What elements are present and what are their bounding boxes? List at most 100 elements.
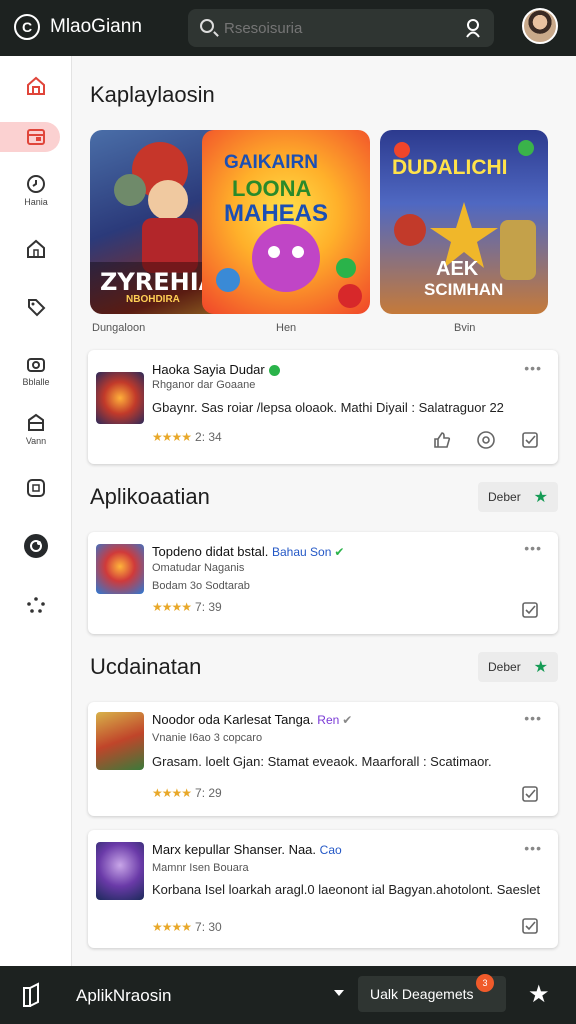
app-description: Grasam. loelt Gjan: Stamat eveaok. Maarf… [152, 754, 492, 769]
app-thumbnail [96, 712, 144, 770]
app-title-text: Noodor oda Karlesat Tanga. [152, 712, 314, 727]
app-thumbnail [96, 372, 144, 424]
sidebar-item-tablet[interactable] [0, 466, 72, 510]
top-app-bar: C MlaoGiann [0, 0, 576, 56]
app-card[interactable]: Marx kepullar Shanser. Naa. Cao Mamnr Is… [88, 830, 558, 948]
app-description: Gbaynr. Sas roiar /lepsa oloaok. Mathi D… [152, 400, 504, 415]
house-icon [27, 239, 45, 258]
search-bar[interactable] [188, 9, 494, 47]
app-card[interactable]: Haoka Sayia Dudar Rhganor dar Goaane Gba… [88, 350, 558, 464]
search-input[interactable] [224, 17, 444, 39]
app-subtitle: Omatudar Naganis [152, 562, 245, 574]
updates-heading: Ucdainatan [90, 654, 202, 679]
sidebar-item-share[interactable] [0, 583, 72, 627]
app-tag: Cao [319, 843, 342, 857]
app-card[interactable]: Topdeno didat bstal. Bahau Son ✔ Omatudar… [88, 532, 558, 634]
check-icon: ✔ [342, 713, 353, 727]
archive-icon [28, 413, 44, 431]
tile-art-title-3: MAHEAS [224, 200, 329, 227]
sidebar-item-camera[interactable]: Bblalle [0, 348, 72, 392]
share-icon [27, 597, 45, 613]
sidebar-item-clock[interactable]: Hania [0, 168, 72, 212]
clock-icon [27, 175, 45, 193]
thumbs-up-icon[interactable] [432, 430, 452, 450]
app-title: Noodor oda Karlesat Tanga. Ren ✔ [152, 712, 352, 727]
home-icon [27, 76, 45, 95]
app-subtitle: Mamnr Isen Bouara [152, 862, 249, 874]
more-options-icon[interactable]: ••• [524, 540, 542, 556]
tablet-icon [27, 479, 45, 497]
star-icon: ★ [533, 659, 548, 676]
rating-value: 7: 30 [195, 920, 222, 934]
verified-icon [268, 365, 280, 377]
sidebar-item-house[interactable] [0, 227, 72, 271]
logo-letter: C [21, 19, 33, 35]
app-detail: Bodam 3o Sodtarab [152, 580, 250, 592]
share-circle-icon[interactable] [476, 430, 496, 450]
check-icon: ✔ [334, 545, 345, 559]
apps-tab-icon[interactable] [20, 982, 44, 1008]
tile-art-title-2: AEK [436, 258, 479, 280]
favorites-star-icon[interactable]: ★ [528, 980, 550, 1009]
tile-art-title-2: LOONA [232, 176, 312, 201]
app-rating: ★★★★ 2: 34 [152, 430, 222, 444]
app-thumbnail [96, 544, 144, 594]
notification-badge: 3 [476, 974, 494, 992]
rating-value: 7: 39 [195, 600, 222, 614]
app-tag: Ren [317, 713, 340, 727]
app-rating: ★★★★ 7: 39 [152, 600, 222, 614]
sidebar-item-label: Hania [24, 197, 48, 207]
user-avatar[interactable] [522, 8, 558, 44]
rating-stars: ★★★★ [152, 786, 192, 800]
featured-heading: Kaplaylaosin [90, 82, 215, 107]
app-rating: ★★★★ 7: 30 [152, 920, 222, 934]
record-icon [24, 534, 48, 558]
tag-icon [28, 299, 46, 317]
app-title-text: Topdeno didat bstal. [152, 544, 269, 559]
sidebar-item-label: Vann [25, 436, 47, 446]
more-button-label: Deber [488, 490, 521, 504]
rating-value: 2: 34 [195, 430, 222, 444]
sidebar-item-library[interactable] [0, 115, 72, 159]
rating-stars: ★★★★ [152, 920, 192, 934]
tile-caption: Dungaloon [92, 322, 146, 334]
app-logo-icon[interactable]: C [14, 14, 40, 40]
install-check-icon[interactable] [520, 784, 540, 804]
apps-more-button[interactable]: Deber ★ [478, 482, 558, 512]
rating-stars: ★★★★ [152, 430, 192, 444]
install-check-icon[interactable] [520, 916, 540, 936]
sidebar-item-tag[interactable] [0, 285, 72, 329]
app-title-text: Marx kepullar Shanser. Naa. [152, 842, 317, 857]
sidebar-item-archive[interactable]: Vann [0, 407, 72, 451]
more-options-icon[interactable]: ••• [524, 360, 542, 376]
tile-art-title: GAIKAIRN [224, 152, 318, 173]
app-description: Korbana Isel loarkah aragl.0 laeonont ia… [152, 882, 541, 897]
app-rating: ★★★★ 7: 29 [152, 786, 222, 800]
sidebar-item-home[interactable] [0, 64, 72, 108]
install-check-icon[interactable] [520, 430, 540, 450]
library-icon [27, 129, 45, 145]
more-options-icon[interactable]: ••• [524, 840, 542, 856]
app-title: Marx kepullar Shanser. Naa. Cao [152, 842, 342, 857]
sidebar-item-label: Bblalle [22, 377, 50, 387]
app-tag: Bahau Son [272, 545, 332, 559]
updates-more-button[interactable]: Deber ★ [478, 652, 558, 682]
bottom-bar-label: AplikNraosin [76, 986, 172, 1005]
featured-tile-3[interactable]: DUDALICHI AEK SCIMHAN [380, 130, 548, 314]
main-content: Kaplaylaosin ZYREHIA NBOHDIRA GAIKAIRN L… [72, 56, 576, 966]
star-icon: ★ [533, 489, 548, 506]
sidebar-item-record[interactable] [0, 524, 72, 568]
tile-art-subtitle: NBOHDIRA [126, 294, 180, 305]
app-title: Topdeno didat bstal. Bahau Son ✔ [152, 544, 344, 559]
profile-search-icon[interactable] [464, 18, 482, 38]
tile-art-title: DUDALICHI [392, 156, 508, 179]
tile-art-title: ZYREHIA [100, 268, 218, 296]
rating-stars: ★★★★ [152, 600, 192, 614]
dropdown-caret-icon[interactable] [334, 990, 344, 996]
featured-tile-2[interactable]: GAIKAIRN LOONA MAHEAS [202, 130, 370, 314]
more-options-icon[interactable]: ••• [524, 710, 542, 726]
app-title: MlaoGiann [50, 16, 142, 37]
install-check-icon[interactable] [520, 600, 540, 620]
tile-caption: Bvin [454, 322, 476, 334]
app-card[interactable]: Noodor oda Karlesat Tanga. Ren ✔ Vnanie I… [88, 702, 558, 816]
